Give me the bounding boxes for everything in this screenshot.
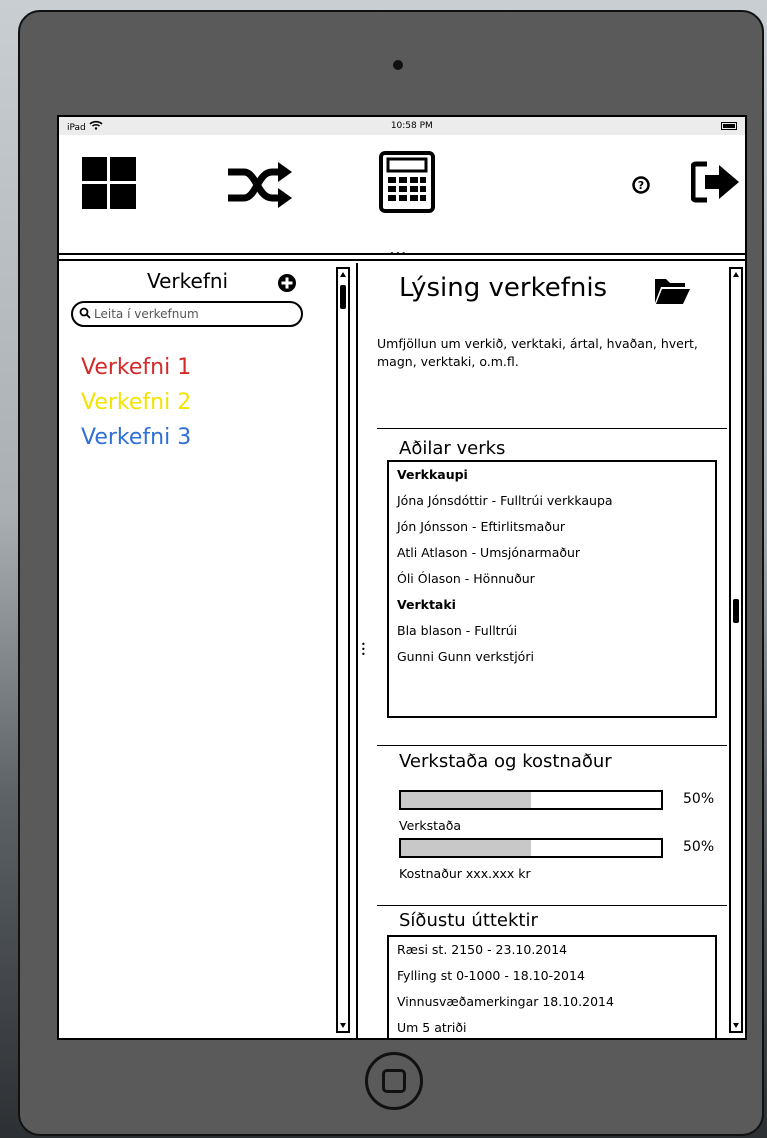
page-title: Lýsing verkefnis: [399, 273, 608, 303]
sidebar-title: Verkefni: [147, 269, 229, 293]
project-detail: Lýsing verkefnis Umfjöllun um verkið, ve…: [361, 263, 731, 1038]
progress-label: Verkstaða: [399, 818, 462, 833]
list-item[interactable]: Um 5 atriði: [389, 1015, 715, 1038]
cost-label: Kostnaður xxx.xxx kr: [399, 866, 531, 881]
device-status: iPad: [67, 120, 103, 133]
screen: iPad 10:58 PM ? ••• Verkefni Leita í ver…: [57, 115, 747, 1040]
parties-heading: Aðilar verks: [399, 438, 506, 459]
section-rule: [377, 905, 727, 906]
project-sidebar: Verkefni Leita í verkefnum Verkefni 1 Ve…: [59, 263, 334, 1038]
clock: 10:58 PM: [390, 121, 433, 131]
scroll-thumb[interactable]: [340, 285, 346, 309]
panel-divider: [356, 263, 358, 1038]
divider: [59, 259, 745, 261]
camera: [393, 60, 403, 70]
inspections-heading: Síðustu úttektir: [399, 910, 538, 931]
calculator-icon[interactable]: [377, 147, 437, 217]
list-item: Verktaki: [397, 597, 456, 612]
list-item: Jón Jónsson - Eftirlitsmaður: [397, 519, 566, 534]
splitter-handle[interactable]: •••: [389, 250, 407, 260]
list-item: Atli Atlason - Umsjónarmaður: [397, 545, 581, 560]
list-item[interactable]: Vinnusvæðamerkingar 18.10.2014: [389, 989, 715, 1015]
detail-scrollbar[interactable]: [729, 267, 743, 1033]
project-item-2[interactable]: Verkefni 2: [81, 390, 191, 415]
list-item: Jóna Jónsdóttir - Fulltrúi verkkaupa: [397, 493, 613, 508]
progress-percent: 50%: [683, 791, 715, 807]
inspections-list: Ræsi st. 2150 - 23.10.2014 Fylling st 0-…: [387, 935, 717, 1038]
logout-icon[interactable]: [689, 157, 743, 207]
project-item-1[interactable]: Verkefni 1: [81, 355, 191, 380]
search-placeholder: Leita í verkefnum: [94, 307, 199, 321]
progress-bar: [399, 790, 663, 810]
windows-icon[interactable]: [79, 153, 139, 213]
status-bar: iPad 10:58 PM: [59, 117, 745, 135]
wifi-icon: [89, 120, 103, 133]
cost-fill: [401, 840, 531, 856]
ipad-frame: iPad 10:58 PM ? ••• Verkefni Leita í ver…: [18, 10, 764, 1136]
toolbar: ?: [59, 135, 745, 255]
battery-icon: [720, 122, 737, 130]
list-item: Verkkaupi: [397, 467, 468, 482]
project-search-input[interactable]: Leita í verkefnum: [71, 301, 303, 327]
add-project-icon[interactable]: [277, 273, 297, 297]
shuffle-icon[interactable]: [224, 157, 294, 213]
list-item: Bla blason - Fulltrúi: [397, 623, 518, 638]
scroll-down-arrow[interactable]: [732, 1021, 740, 1029]
project-description: Umfjöllun um verkið, verktaki, ártal, hv…: [377, 336, 698, 369]
section-rule: [377, 745, 727, 746]
list-item: Gunni Gunn verkstjóri: [397, 649, 534, 664]
section-rule: [377, 428, 727, 429]
list-item[interactable]: Ræsi st. 2150 - 23.10.2014: [389, 937, 715, 963]
scroll-up-arrow[interactable]: [732, 271, 740, 279]
scroll-up-arrow[interactable]: [339, 271, 347, 279]
cost-bar: [399, 838, 663, 858]
home-icon: [382, 1069, 406, 1093]
list-item[interactable]: Fylling st 0-1000 - 18.10-2014: [389, 963, 715, 989]
project-item-3[interactable]: Verkefni 3: [81, 425, 191, 450]
scroll-thumb[interactable]: [733, 599, 739, 623]
help-icon[interactable]: ?: [629, 173, 653, 197]
sidebar-scrollbar[interactable]: [336, 267, 350, 1033]
status-heading: Verkstaða og kostnaður: [399, 751, 612, 772]
folder-icon[interactable]: [653, 275, 691, 309]
device-label: iPad: [67, 122, 86, 133]
search-icon: [79, 307, 91, 322]
scroll-down-arrow[interactable]: [339, 1021, 347, 1029]
list-item: Óli Ólason - Hönnuður: [397, 571, 535, 586]
home-button[interactable]: [365, 1052, 423, 1110]
cost-percent: 50%: [683, 839, 715, 855]
svg-text:?: ?: [638, 179, 644, 192]
progress-fill: [401, 792, 531, 808]
parties-list: Verkkaupi Jóna Jónsdóttir - Fulltrúi ver…: [387, 460, 717, 718]
